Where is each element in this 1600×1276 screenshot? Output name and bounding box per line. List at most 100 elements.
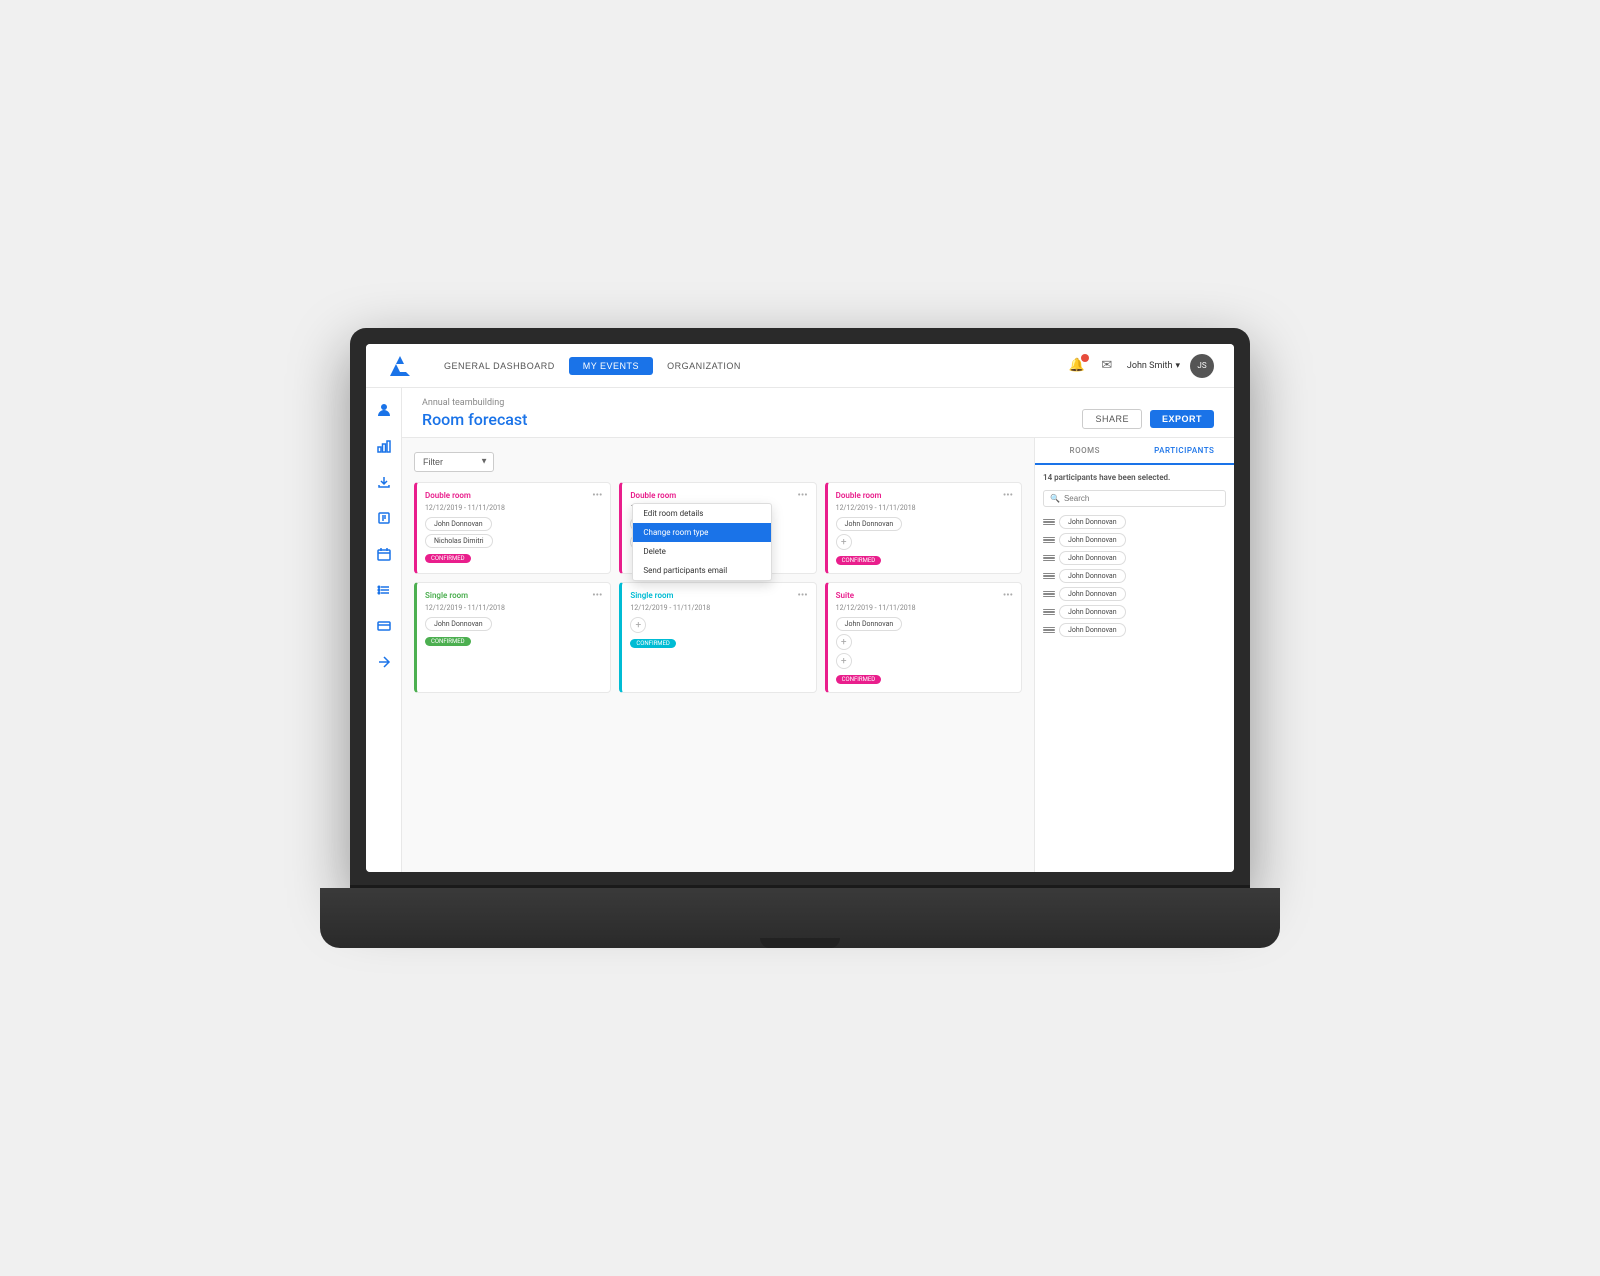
notification-icon[interactable]: 🔔 — [1067, 356, 1087, 376]
sidebar-item-person[interactable] — [370, 396, 398, 424]
sidebar-item-chart[interactable] — [370, 432, 398, 460]
avatar[interactable]: JS — [1190, 354, 1214, 378]
content-area: Filter ▼ Double room — [402, 438, 1234, 872]
user-menu[interactable]: John Smith ▾ — [1127, 361, 1180, 371]
participant-line — [1043, 593, 1055, 595]
tab-organization[interactable]: ORGANIZATION — [653, 357, 755, 375]
participant-pill-6a: John Donnovan — [836, 617, 903, 631]
participant-row-4: John Donnovan — [1043, 569, 1226, 583]
context-menu-item-delete[interactable]: Delete — [633, 542, 771, 561]
room-card-header-1: Double room ••• — [425, 491, 602, 501]
share-button[interactable]: SHARE — [1082, 409, 1142, 429]
participant-line — [1043, 524, 1055, 526]
panel-content: 14 participants have been selected. 🔍 — [1035, 465, 1234, 872]
participants-number: 14 — [1043, 473, 1052, 482]
participant-line — [1043, 560, 1055, 562]
add-participant-6b[interactable]: + — [836, 653, 852, 669]
room-type-4: Single room — [425, 591, 468, 600]
export-button[interactable]: EXPORT — [1150, 410, 1214, 428]
participant-line — [1043, 596, 1055, 598]
room-card-6: Suite ••• 12/12/2019 - 11/11/2018 John D… — [825, 582, 1022, 693]
participant-line — [1043, 542, 1055, 544]
context-menu-2: Edit room details Change room type Delet… — [632, 503, 772, 581]
nav-tabs: GENERAL DASHBOARD MY EVENTS ORGANIZATION — [430, 357, 1067, 375]
participant-tag-4[interactable]: John Donnovan — [1059, 569, 1126, 583]
tab-participants[interactable]: PARTICIPANTS — [1135, 438, 1235, 465]
laptop-notch — [760, 938, 840, 948]
search-input[interactable] — [1064, 494, 1219, 503]
rooms-area: Filter ▼ Double room — [402, 438, 1034, 872]
laptop-bezel: GENERAL DASHBOARD MY EVENTS ORGANIZATION… — [350, 328, 1250, 888]
participant-tag-3[interactable]: John Donnovan — [1059, 551, 1126, 565]
participant-line — [1043, 591, 1055, 593]
room-type-3: Double room — [836, 491, 882, 500]
participant-line — [1043, 555, 1055, 557]
participants-count: 14 participants have been selected. — [1043, 473, 1226, 482]
room-type-5: Single room — [630, 591, 673, 600]
room-type-2: Double room — [630, 491, 676, 500]
participant-row-1: John Donnovan — [1043, 515, 1226, 529]
sidebar-item-calendar[interactable] — [370, 540, 398, 568]
room-date-6: 12/12/2019 - 11/11/2018 — [836, 604, 1013, 612]
mail-icon[interactable]: ✉ — [1097, 356, 1117, 376]
room-card-header-3: Double room ••• — [836, 491, 1013, 501]
room-menu-3[interactable]: ••• — [1003, 491, 1013, 501]
participants-text: participants have been selected. — [1054, 473, 1170, 482]
room-menu-1[interactable]: ••• — [592, 491, 602, 501]
sidebar-item-contacts[interactable] — [370, 504, 398, 532]
participant-lines-4 — [1043, 573, 1055, 580]
laptop-base — [320, 888, 1280, 948]
add-participant-5[interactable]: + — [630, 617, 646, 633]
participant-tag-1[interactable]: John Donnovan — [1059, 515, 1126, 529]
room-menu-6[interactable]: ••• — [1003, 591, 1013, 601]
room-menu-2[interactable]: ••• — [798, 491, 808, 501]
room-badge-6: CONFIRMED — [836, 675, 882, 684]
filter-wrapper: Filter ▼ — [414, 450, 494, 472]
participant-line — [1043, 609, 1055, 611]
sidebar-item-share[interactable] — [370, 648, 398, 676]
tab-general-dashboard[interactable]: GENERAL DASHBOARD — [430, 357, 569, 375]
sidebar-item-card[interactable] — [370, 612, 398, 640]
page-title-area: Annual teambuilding Room forecast — [422, 398, 527, 429]
add-participant-3[interactable]: + — [836, 534, 852, 550]
context-menu-item-edit[interactable]: Edit room details — [633, 504, 771, 523]
tab-my-events[interactable]: MY EVENTS — [569, 357, 653, 375]
room-card-header-2: Double room ••• — [630, 491, 807, 501]
context-menu-item-email[interactable]: Send participants email — [633, 561, 771, 580]
main-content: Annual teambuilding Room forecast SHARE … — [402, 388, 1234, 872]
laptop-wrapper: GENERAL DASHBOARD MY EVENTS ORGANIZATION… — [350, 328, 1250, 948]
participant-pill-1a: John Donnovan — [425, 517, 492, 531]
participant-tag-2[interactable]: John Donnovan — [1059, 533, 1126, 547]
room-menu-4[interactable]: ••• — [592, 591, 602, 601]
page-actions: SHARE EXPORT — [1082, 409, 1214, 429]
room-badge-4: CONFIRMED — [425, 637, 471, 646]
page-title: Room forecast — [422, 410, 527, 429]
participant-line — [1043, 632, 1055, 634]
sidebar-item-export[interactable] — [370, 468, 398, 496]
filter-bar: Filter ▼ — [414, 450, 1022, 472]
room-badge-1: CONFIRMED — [425, 554, 471, 563]
participant-line — [1043, 557, 1055, 559]
sidebar-item-list[interactable] — [370, 576, 398, 604]
add-participant-6a[interactable]: + — [836, 634, 852, 650]
participant-tag-5[interactable]: John Donnovan — [1059, 587, 1126, 601]
context-menu-item-change-type[interactable]: Change room type — [633, 523, 771, 542]
participant-line — [1043, 629, 1055, 631]
app-logo — [386, 352, 414, 380]
room-badge-3: CONFIRMED — [836, 556, 882, 565]
rooms-grid: Double room ••• 12/12/2019 - 11/11/2018 … — [414, 482, 1022, 693]
participant-tag-6[interactable]: John Donnovan — [1059, 605, 1126, 619]
room-card-2: Double room ••• 12/12/2019 - 11/11/2018 … — [619, 482, 816, 574]
participant-line — [1043, 521, 1055, 523]
participant-tag-7[interactable]: John Donnovan — [1059, 623, 1126, 637]
app-body: Annual teambuilding Room forecast SHARE … — [366, 388, 1234, 872]
participant-lines-1 — [1043, 519, 1055, 526]
room-badge-5: CONFIRMED — [630, 639, 676, 648]
filter-select[interactable]: Filter — [414, 452, 494, 472]
tab-rooms[interactable]: ROOMS — [1035, 438, 1135, 463]
participant-line — [1043, 539, 1055, 541]
room-date-5: 12/12/2019 - 11/11/2018 — [630, 604, 807, 612]
sidebar — [366, 388, 402, 872]
participant-line — [1043, 578, 1055, 580]
room-menu-5[interactable]: ••• — [798, 591, 808, 601]
